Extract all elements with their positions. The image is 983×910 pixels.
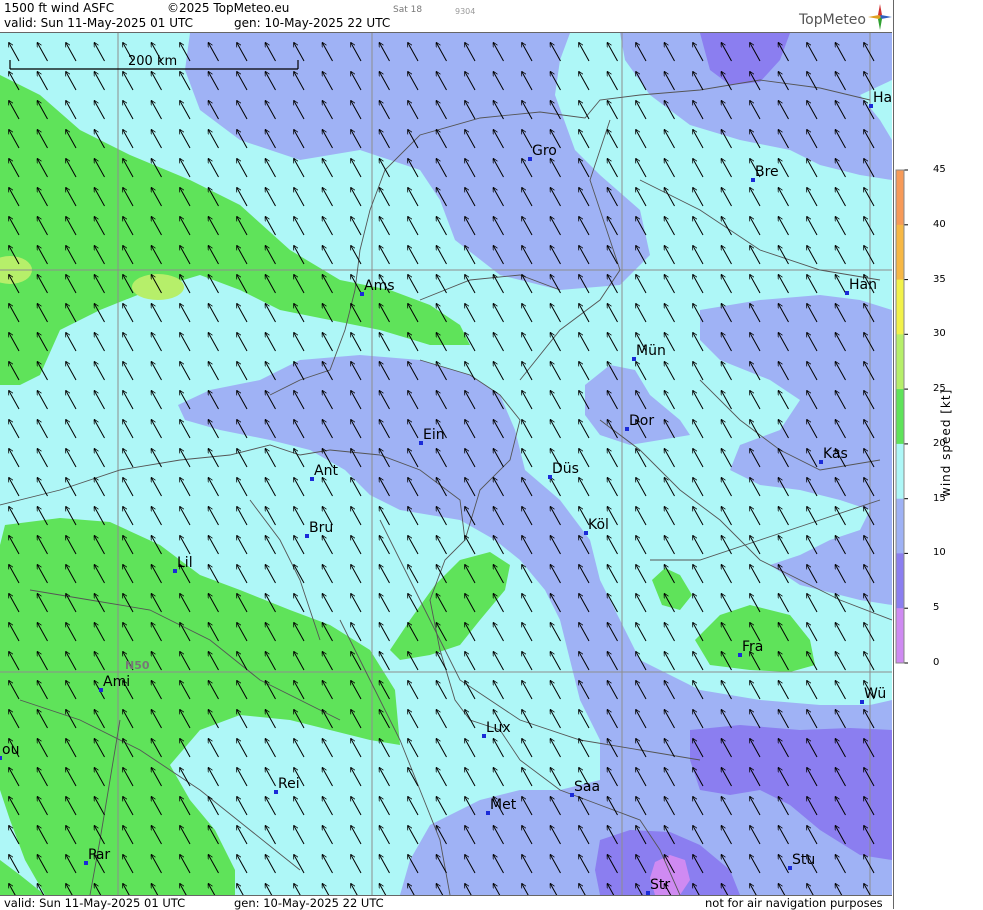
city-label: Gro bbox=[532, 143, 557, 159]
city-kas: Kas bbox=[819, 446, 848, 464]
generated-time: gen: 10-May-2025 22 UTC bbox=[234, 16, 391, 30]
colorbar-segment bbox=[896, 224, 904, 281]
city-met: Met bbox=[486, 797, 517, 815]
city-mün: Mün bbox=[632, 343, 666, 361]
city-ein: Ein bbox=[419, 427, 445, 445]
colorbar-tick: 5 bbox=[933, 602, 940, 614]
city-düs: Düs bbox=[548, 461, 579, 479]
scale-bar-label: 200 km bbox=[128, 54, 177, 69]
city-label: Düs bbox=[552, 461, 579, 477]
city-label: Par bbox=[88, 847, 110, 863]
city-label: Bre bbox=[755, 164, 779, 180]
city-label: Str bbox=[650, 877, 670, 893]
valid-time: valid: Sun 11-May-2025 01 UTC bbox=[4, 16, 193, 30]
city-par: Par bbox=[84, 847, 110, 865]
city-lux: Lux bbox=[482, 720, 511, 738]
city-köl: Köl bbox=[584, 517, 609, 535]
city-dor: Dor bbox=[625, 413, 654, 431]
run-code: 9304 bbox=[455, 7, 476, 16]
city-label: Dor bbox=[629, 413, 654, 429]
city-fra: Fra bbox=[738, 639, 763, 657]
footer-generated-time: gen: 10-May-2025 22 UTC bbox=[234, 896, 384, 910]
city-wü: Wü bbox=[860, 686, 886, 704]
city-label: Köl bbox=[588, 517, 609, 533]
city-ant: Ant bbox=[310, 463, 338, 481]
colorbar-segment bbox=[896, 608, 904, 664]
city-label: Lux bbox=[486, 720, 511, 736]
colorbar-tick: 0 bbox=[933, 657, 940, 668]
city-bre: Bre bbox=[751, 164, 779, 182]
colorbar-segment bbox=[896, 279, 904, 335]
city-label: Ant bbox=[314, 463, 338, 479]
city-label: Han bbox=[849, 277, 877, 293]
city-ams: Ams bbox=[360, 278, 395, 296]
city-label: ou bbox=[2, 742, 19, 758]
colorbar-segment bbox=[896, 553, 904, 609]
colorbar-tick: 40 bbox=[933, 218, 946, 230]
city-stu: Stu bbox=[788, 852, 815, 870]
colorbar-segment bbox=[896, 389, 904, 445]
product-title: 1500 ft wind ASFC bbox=[4, 1, 115, 15]
city-label: Lil bbox=[177, 555, 193, 571]
colorbar-segment bbox=[896, 498, 904, 554]
wind-map[interactable]: 200 km N50 Gro Bre Ha Ams Han Mün Dor Ein Kas Ant… bbox=[0, 33, 892, 895]
city-label: Fra bbox=[742, 639, 763, 655]
city-saa: Saa bbox=[570, 779, 600, 797]
colorbar-segment bbox=[896, 170, 904, 226]
colorbar-tick: 35 bbox=[933, 273, 946, 285]
city-str: Str bbox=[646, 877, 670, 895]
city-label: Met bbox=[490, 797, 517, 813]
footer-valid-time: valid: Sun 11-May-2025 01 UTC bbox=[4, 896, 186, 910]
city-label: Rei bbox=[278, 776, 300, 792]
day-label: Sat 18 bbox=[393, 5, 423, 15]
city-label: Saa bbox=[574, 779, 600, 795]
colorbar-tick: 30 bbox=[933, 328, 946, 340]
city-label: Stu bbox=[792, 852, 815, 868]
city-label: Bru bbox=[309, 520, 333, 536]
colorbar-title: wind speed [kt] bbox=[939, 388, 953, 497]
city-rei: Rei bbox=[274, 776, 300, 794]
colorbar-tick: 45 bbox=[933, 164, 946, 175]
copyright: ©2025 TopMeteo.eu bbox=[167, 1, 290, 15]
city-label: Ein bbox=[423, 427, 445, 443]
colorbar-legend: 45 40 35 30 25 20 15 10 5 0 wind speed [kt] bbox=[893, 0, 983, 909]
topmeteo-logo: TopMeteo bbox=[796, 4, 892, 32]
colorbar-tick: 10 bbox=[933, 547, 946, 559]
city-label: Ams bbox=[364, 278, 395, 294]
city-label: Kas bbox=[823, 446, 848, 462]
footer-bar: valid: Sun 11-May-2025 01 UTC gen: 10-Ma… bbox=[0, 895, 892, 910]
disclaimer: not for air navigation purposes bbox=[705, 896, 883, 910]
city-han: Han bbox=[845, 277, 877, 295]
compass-icon bbox=[868, 4, 892, 30]
colorbar-segment bbox=[896, 334, 904, 390]
header-bar: 1500 ft wind ASFC ©2025 TopMeteo.eu Sat … bbox=[0, 0, 892, 33]
city-label: Mün bbox=[636, 343, 666, 359]
city-bru: Bru bbox=[305, 520, 333, 538]
city-gro: Gro bbox=[528, 143, 557, 161]
latitude-label: N50 bbox=[125, 659, 150, 672]
logo-text: TopMeteo bbox=[799, 12, 866, 28]
city-label: Ha bbox=[873, 90, 892, 106]
city-label: Wü bbox=[864, 686, 886, 702]
colorbar-segment bbox=[896, 443, 904, 500]
city-label: Ami bbox=[103, 674, 130, 690]
city-ou: ou bbox=[0, 742, 19, 760]
city-ami: Ami bbox=[99, 674, 130, 692]
city-ha: Ha bbox=[869, 90, 892, 108]
